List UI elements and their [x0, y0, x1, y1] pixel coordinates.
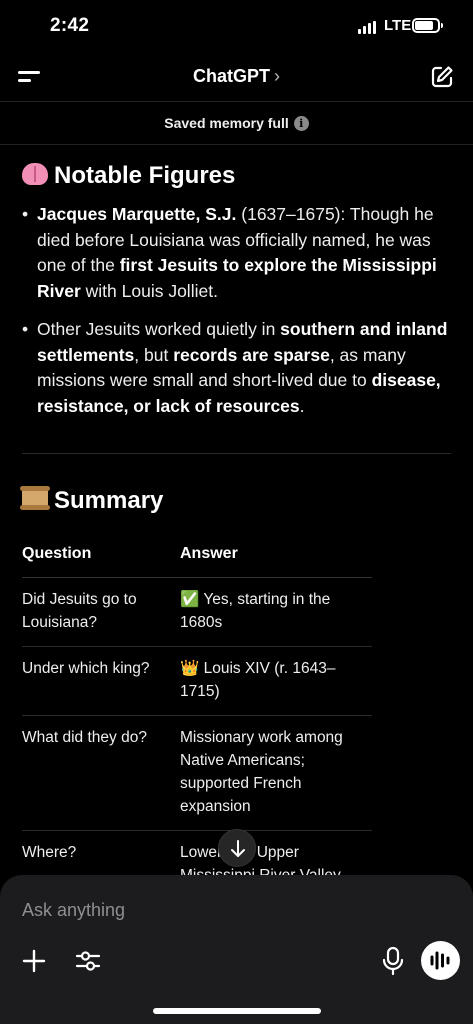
status-bar: 2:42 LTE: [0, 0, 473, 52]
list-item: Other Jesuits worked quietly in southern…: [22, 317, 452, 419]
table-cell: Missionary work among Native Americans; …: [180, 715, 372, 831]
table-cell: Did Jesuits go to Louisiana?: [22, 577, 180, 647]
table-cell: 👑 Louis XIV (r. 1643–1715): [180, 646, 372, 716]
bold-text: records are sparse: [173, 344, 330, 365]
bold-text: Jacques Marquette, S.J.: [37, 204, 237, 224]
notable-list: Jacques Marquette, S.J. (1637–1675): Tho…: [22, 202, 452, 432]
scroll-to-bottom-button[interactable]: [218, 829, 256, 867]
plus-icon: [22, 949, 46, 973]
top-nav: ChatGPT ›: [0, 52, 473, 102]
edit-icon: [431, 66, 453, 88]
voice-mode-button[interactable]: [421, 941, 460, 980]
table-cell: What did they do?: [22, 715, 180, 831]
status-time: 2:42: [50, 15, 90, 36]
model-selector[interactable]: ChatGPT ›: [0, 66, 473, 87]
waveform-icon: [430, 951, 450, 970]
network-label: LTE: [384, 17, 412, 34]
table-header-answer: Answer: [180, 536, 372, 578]
app-title: ChatGPT: [192, 66, 270, 86]
chevron-right-icon: ›: [274, 66, 280, 86]
battery-level: [415, 21, 433, 30]
text: .: [299, 395, 305, 416]
table-cell: Under which king?: [22, 646, 180, 716]
divider: [22, 453, 451, 454]
scroll-emoji-icon: [20, 486, 50, 510]
text: , but: [134, 344, 174, 365]
microphone-icon: [382, 946, 404, 976]
battery-icon: [412, 18, 443, 33]
section-heading-notable: Notable Figures: [22, 162, 235, 190]
arrow-down-icon: [231, 840, 245, 857]
home-indicator: [153, 1008, 321, 1014]
composer: [0, 875, 473, 1024]
table-cell: ✅ Yes, starting in the 1680s: [180, 577, 372, 647]
new-chat-button[interactable]: [429, 64, 455, 90]
table-row: What did they do? Missionary work among …: [22, 715, 372, 831]
sliders-icon: [75, 951, 101, 971]
memory-notice[interactable]: Saved memory full i: [0, 103, 473, 145]
text: with Louis Jolliet.: [80, 280, 218, 301]
info-icon[interactable]: i: [293, 115, 309, 131]
summary-table: Question Answer Did Jesuits go to Louisi…: [22, 536, 372, 886]
memory-notice-text: Saved memory full: [164, 115, 289, 131]
chat-content[interactable]: Notable Figures Jacques Marquette, S.J. …: [0, 146, 473, 886]
attach-button[interactable]: [20, 947, 48, 975]
table-row: Under which king? 👑 Louis XIV (r. 1643–1…: [22, 646, 372, 716]
list-item: Jacques Marquette, S.J. (1637–1675): Tho…: [22, 202, 452, 304]
table-header-question: Question: [22, 536, 180, 578]
brain-emoji-icon: [22, 163, 48, 185]
text: Other Jesuits worked quietly in: [37, 319, 281, 339]
dictate-button[interactable]: [380, 946, 406, 976]
tools-button[interactable]: [74, 947, 102, 975]
table-row: Did Jesuits go to Louisiana? ✅ Yes, star…: [22, 577, 372, 647]
message-input[interactable]: [22, 897, 452, 923]
signal-icon: [358, 21, 378, 34]
section-heading-summary: Summary: [20, 486, 163, 515]
